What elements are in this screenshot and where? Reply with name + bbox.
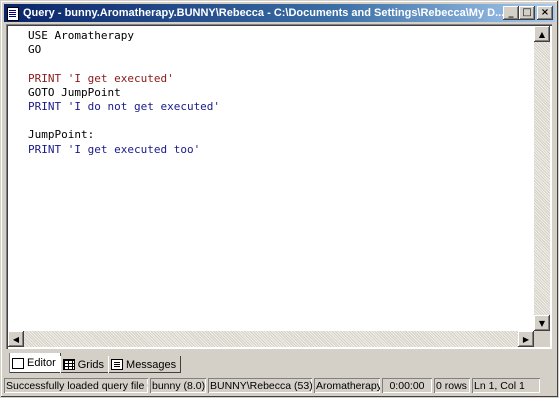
window-title: Query - bunny.Aromatherapy.BUNNY\Rebecca… xyxy=(23,7,503,19)
tab-editor-label: Editor xyxy=(27,357,56,369)
query-editor[interactable]: USE Aromatherapy GO PRINT 'I get executed'… xyxy=(6,24,552,349)
tab-grids-label: Grids xyxy=(77,358,105,371)
tab-editor[interactable]: Editor xyxy=(9,353,61,373)
scroll-left-button[interactable]: ◀ xyxy=(8,331,24,347)
code-line: USE Aromatherapy xyxy=(28,29,134,42)
code-line: GOTO JumpPoint xyxy=(28,85,121,99)
result-tabs: Editor Grids Messages xyxy=(9,353,182,373)
code-line: PRINT 'I get executed' xyxy=(28,71,174,85)
code-line: GO xyxy=(28,43,42,57)
code-line: JumpPoint: xyxy=(28,128,95,142)
status-bar: Successfully loaded query file C:\ bunny… xyxy=(4,378,555,395)
code-line: PRINT 'I do not get executed' xyxy=(28,99,221,113)
title-bar[interactable]: Query - bunny.Aromatherapy.BUNNY\Rebecca… xyxy=(4,4,555,22)
status-rows: 0 rows xyxy=(434,378,470,393)
editor-icon xyxy=(12,357,24,369)
maximize-button[interactable]: □ xyxy=(519,6,535,20)
scroll-down-button[interactable]: ▼ xyxy=(534,315,550,331)
scroll-up-button[interactable]: ▲ xyxy=(534,26,550,42)
tab-messages[interactable]: Messages xyxy=(108,356,182,373)
minimize-button[interactable]: _ xyxy=(503,6,519,20)
messages-icon xyxy=(111,359,124,370)
status-time: 0:00:00 xyxy=(382,378,432,393)
tab-messages-label: Messages xyxy=(126,358,177,371)
scrollbar-corner xyxy=(534,331,550,347)
status-user: BUNNY\Rebecca (53) xyxy=(210,379,312,392)
close-button[interactable]: × xyxy=(537,6,553,20)
tab-grids[interactable]: Grids xyxy=(59,356,110,373)
horizontal-scrollbar[interactable]: ◀ ▶ xyxy=(8,331,534,347)
status-server: bunny (8.0) xyxy=(152,379,206,392)
status-message: Successfully loaded query file C:\ xyxy=(6,379,148,392)
query-app-icon xyxy=(6,6,20,21)
sql-code-area[interactable]: USE Aromatherapy GO PRINT 'I get executed'… xyxy=(28,29,532,329)
query-window: Query - bunny.Aromatherapy.BUNNY\Rebecca… xyxy=(0,0,559,398)
status-database: Aromatherapy xyxy=(316,379,380,392)
scroll-right-button[interactable]: ▶ xyxy=(518,331,534,347)
grid-icon xyxy=(62,359,75,370)
status-position: Ln 1, Col 1 xyxy=(472,378,540,393)
vertical-scrollbar[interactable]: ▲ ▼ xyxy=(534,26,550,331)
code-line: PRINT 'I get executed too' xyxy=(28,142,201,156)
